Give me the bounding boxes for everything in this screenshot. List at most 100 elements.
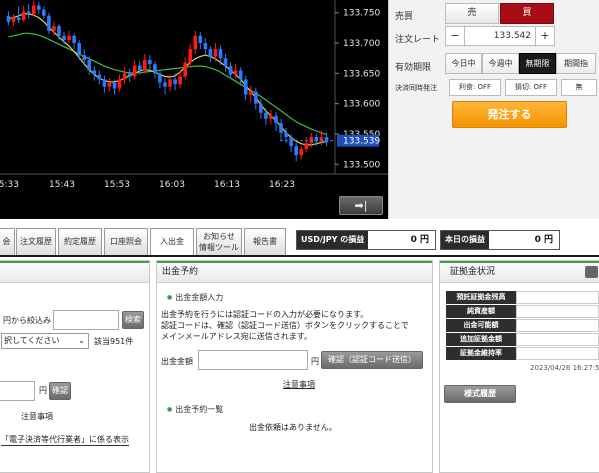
time-tick-label: 15:33 [0,180,19,190]
candle-body [47,15,51,31]
price-tick-label: 133.500 [343,160,380,170]
candle-body [16,17,21,21]
pair-pl-box: USD/JPY の損益 0 円 [296,230,436,250]
candle-body [158,73,162,83]
today-pl-label: 本日の損益 [441,231,489,249]
tab-prev[interactable]: 会 [0,228,15,255]
margin-row: 証拠金維持率 [446,347,599,360]
search-button[interactable]: 検索 [122,311,144,329]
time-tick-label: 16:13 [214,180,240,190]
rate-input[interactable] [465,26,535,46]
candle-body [67,35,71,41]
take-profit-toggle[interactable]: 利食: OFF [449,79,501,96]
margin-row: 追加証拠金額 [446,333,599,346]
withdraw-amount-input[interactable] [198,350,308,370]
deposit-panel-header [0,261,149,283]
margin-row-value [516,319,599,332]
withdraw-notes-link[interactable]: 注意事項 [283,379,315,390]
margin-row: 預託証拠金残高 [446,291,599,304]
current-price-label: 133.539 [343,137,380,147]
collapse-icon[interactable] [585,266,598,278]
stop-loss-toggle[interactable]: 損切: OFF [505,79,557,96]
deposit-notes-link[interactable]: 注意事項 [21,411,53,422]
margin-timestamp: 2023/04/26 16:27:5 [530,364,599,372]
bank-select-value: 択してください [4,336,60,345]
candle-body [163,82,167,87]
candle-body [148,60,152,65]
candle-body [299,149,304,156]
time-tick-label: 16:03 [159,180,185,190]
ma-long-line [8,32,327,136]
yen-unit: 円 [39,386,47,395]
candle-body [213,49,218,57]
candle-body [117,79,122,89]
tab-reports[interactable]: 報告書 [244,228,286,255]
tab-news-tools[interactable]: お知らせ 情報ツール [196,228,242,255]
candle-body [97,74,102,80]
candle-body [173,79,177,85]
candle-body [233,70,238,75]
extra-toggle[interactable]: 無 [561,79,597,96]
candle-body [238,70,243,80]
candle-body [77,43,81,56]
candle-body [42,9,46,16]
candle-body [62,35,66,41]
bank-select[interactable]: 択してください ⌄ [1,333,89,349]
chart-scroll-latest-button[interactable]: ➡| [339,196,383,215]
margin-row-key: 純資産額 [446,305,516,318]
rate-increment-button[interactable]: + [535,26,555,46]
expiry-week-button[interactable]: 今週中 [482,53,519,74]
candle-body [228,66,233,75]
deposit-confirm-button[interactable]: 確認 [49,382,71,400]
pair-pl-label: USD/JPY の損益 [297,231,369,249]
candle-body [6,15,11,22]
candlestick-chart: 133.750133.700133.650133.600133.550133.5… [0,0,388,190]
candle-body [198,35,203,44]
tab-bar: 会 注文履歴 約定履歴 口座照会 入出金 お知らせ 情報ツール 報告書 USD/… [0,227,599,257]
submit-order-button[interactable]: 発注する [452,101,567,128]
price-tick-label: 133.700 [343,39,380,49]
margin-row-key: 証拠金維持率 [446,347,516,360]
expiry-label: 有効期限 [395,63,432,73]
candle-body [21,11,26,21]
send-code-button[interactable]: 確認（認証コード送信） [321,351,423,369]
withdraw-input-heading: 出金金額入力 [167,292,223,303]
candle-body [137,65,142,71]
expiry-unlimited-button[interactable]: 無期限 [519,53,556,74]
tab-underline [0,255,599,257]
tab-execution-history[interactable]: 約定履歴 [58,228,102,255]
deposit-amount-input[interactable] [0,381,35,401]
margin-panel-header: 証拠金状況 [440,261,599,283]
buy-button[interactable]: 買 [500,3,554,24]
bank-filter-input[interactable] [53,310,119,330]
price-chart[interactable]: 133.750133.700133.650133.600133.550133.5… [0,0,388,219]
deposit-panel: 円から絞込み 検索 択してください ⌄ 該当951件 円 確認 注意事項 「電子… [0,260,150,473]
candle-body [153,64,157,74]
pair-pl-value: 0 円 [410,235,429,245]
expiry-period-button[interactable]: 期間指 [556,53,596,74]
margin-row-value [516,291,599,304]
withdraw-desc-1: 出金予約を行うには認証コードの入力が必要になります。 [161,310,369,319]
candle-body [31,5,36,14]
tab-account-inquiry[interactable]: 口座照会 [104,228,148,255]
candle-body [57,26,61,36]
payment-agent-link[interactable]: 「電子決済等代行業者」に係る表示 [1,434,129,446]
margin-row-key: 預託証拠金残高 [446,291,516,304]
sell-button[interactable]: 売 [445,3,499,24]
chevron-down-icon: ⌄ [78,336,85,345]
expiry-today-button[interactable]: 今日中 [445,53,482,74]
time-tick-label: 15:53 [104,180,130,190]
tab-deposit-withdraw[interactable]: 入出金 [150,228,194,255]
candle-body [37,5,41,10]
candle-body [11,17,16,22]
candle-body [52,26,56,31]
candle-body [107,82,112,87]
withdraw-yen-unit: 円 [311,357,319,366]
tab-order-history[interactable]: 注文履歴 [16,228,56,255]
price-tick-label: 133.750 [343,9,380,19]
candle-body [259,103,263,113]
rate-decrement-button[interactable]: − [445,26,465,46]
candle-body [193,35,198,50]
price-tick-label: 133.600 [343,100,380,110]
margin-history-button[interactable]: 様式履歴 [444,385,516,403]
